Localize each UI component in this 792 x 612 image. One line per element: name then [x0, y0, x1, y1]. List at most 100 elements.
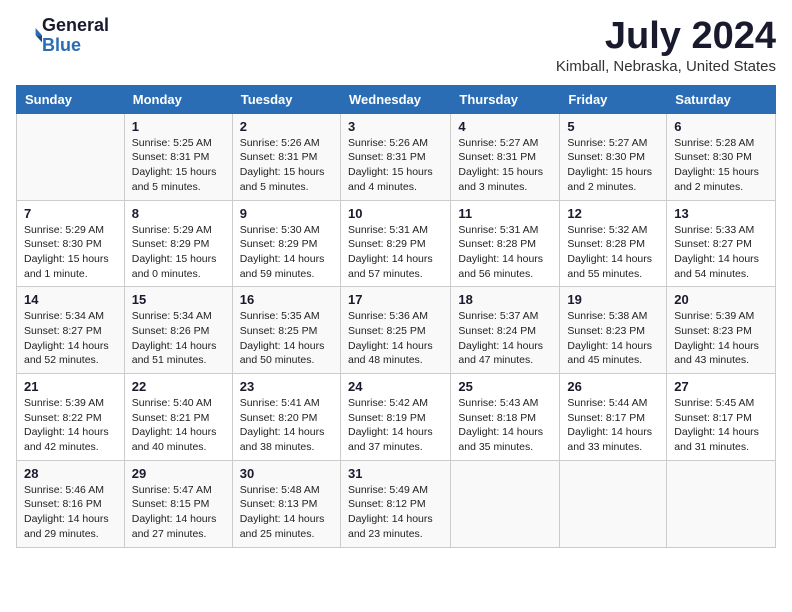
day-detail: Sunrise: 5:26 AM Sunset: 8:31 PM Dayligh…: [348, 136, 443, 195]
day-detail: Sunrise: 5:44 AM Sunset: 8:17 PM Dayligh…: [567, 396, 659, 455]
table-row: 2Sunrise: 5:26 AM Sunset: 8:31 PM Daylig…: [232, 113, 340, 200]
table-row: 19 Sunrise: 5:38 AM Sunset: 8:23 PM Dayli…: [560, 287, 667, 374]
table-row: 4 Sunrise: 5:27 AM Sunset: 8:31 PM Daylig…: [451, 113, 560, 200]
day-detail: Sunrise: 5:38 AM Sunset: 8:23 PM Dayligh…: [567, 309, 659, 368]
calendar-week-row: 21 Sunrise: 5:39 AM Sunset: 8:22 PM Dayli…: [17, 374, 776, 461]
day-number: 26: [567, 379, 659, 394]
table-row: 1 Sunrise: 5:25 AM Sunset: 8:31 PM Daylig…: [124, 113, 232, 200]
day-detail: Sunrise: 5:46 AM Sunset: 8:16 PM Dayligh…: [24, 483, 117, 542]
day-detail: Sunrise: 5:31 AM Sunset: 8:29 PM Dayligh…: [348, 223, 443, 282]
day-detail: Sunrise: 5:31 AM Sunset: 8:28 PM Dayligh…: [458, 223, 552, 282]
day-number: 29: [132, 466, 225, 481]
day-detail: Sunrise: 5:37 AM Sunset: 8:24 PM Dayligh…: [458, 309, 552, 368]
day-number: 3: [348, 119, 443, 134]
day-number: 9: [240, 206, 333, 221]
day-number: 12: [567, 206, 659, 221]
day-number: 28: [24, 466, 117, 481]
header-tuesday: Tuesday: [232, 85, 340, 113]
day-number: 30: [240, 466, 333, 481]
day-detail: Sunrise: 5:39 AM Sunset: 8:23 PM Dayligh…: [674, 309, 768, 368]
day-detail: Sunrise: 5:33 AM Sunset: 8:27 PM Dayligh…: [674, 223, 768, 282]
day-detail: Sunrise: 5:35 AM Sunset: 8:25 PM Dayligh…: [240, 309, 333, 368]
day-detail: Sunrise: 5:47 AM Sunset: 8:15 PM Dayligh…: [132, 483, 225, 542]
header-sunday: Sunday: [17, 85, 125, 113]
table-row: 15 Sunrise: 5:34 AM Sunset: 8:26 PM Dayli…: [124, 287, 232, 374]
table-row: 17 Sunrise: 5:36 AM Sunset: 8:25 PM Dayli…: [340, 287, 450, 374]
calendar-week-row: 7 Sunrise: 5:29 AM Sunset: 8:30 PM Daylig…: [17, 200, 776, 287]
day-number: 13: [674, 206, 768, 221]
table-row: [560, 460, 667, 547]
table-row: 16Sunrise: 5:35 AM Sunset: 8:25 PM Dayli…: [232, 287, 340, 374]
day-detail: Sunrise: 5:40 AM Sunset: 8:21 PM Dayligh…: [132, 396, 225, 455]
day-detail: Sunrise: 5:32 AM Sunset: 8:28 PM Dayligh…: [567, 223, 659, 282]
table-row: 25Sunrise: 5:43 AM Sunset: 8:18 PM Dayli…: [451, 374, 560, 461]
day-detail: Sunrise: 5:36 AM Sunset: 8:25 PM Dayligh…: [348, 309, 443, 368]
day-number: 5: [567, 119, 659, 134]
table-row: 3 Sunrise: 5:26 AM Sunset: 8:31 PM Daylig…: [340, 113, 450, 200]
table-row: 8 Sunrise: 5:29 AM Sunset: 8:29 PM Daylig…: [124, 200, 232, 287]
logo-general: General: [42, 16, 109, 36]
day-number: 8: [132, 206, 225, 221]
day-number: 15: [132, 292, 225, 307]
day-detail: Sunrise: 5:27 AM Sunset: 8:31 PM Dayligh…: [458, 136, 552, 195]
table-row: 20Sunrise: 5:39 AM Sunset: 8:23 PM Dayli…: [667, 287, 776, 374]
calendar-table: Sunday Monday Tuesday Wednesday Thursday…: [16, 85, 776, 548]
table-row: 7 Sunrise: 5:29 AM Sunset: 8:30 PM Daylig…: [17, 200, 125, 287]
table-row: 9 Sunrise: 5:30 AM Sunset: 8:29 PM Daylig…: [232, 200, 340, 287]
day-number: 21: [24, 379, 117, 394]
calendar-week-row: 1 Sunrise: 5:25 AM Sunset: 8:31 PM Daylig…: [17, 113, 776, 200]
table-row: 29 Sunrise: 5:47 AM Sunset: 8:15 PM Dayli…: [124, 460, 232, 547]
day-number: 23: [240, 379, 333, 394]
logo-icon: [18, 24, 42, 48]
day-detail: Sunrise: 5:27 AM Sunset: 8:30 PM Dayligh…: [567, 136, 659, 195]
day-number: 22: [132, 379, 225, 394]
table-row: 21 Sunrise: 5:39 AM Sunset: 8:22 PM Dayli…: [17, 374, 125, 461]
day-number: 25: [458, 379, 552, 394]
header-saturday: Saturday: [667, 85, 776, 113]
day-detail: Sunrise: 5:29 AM Sunset: 8:29 PM Dayligh…: [132, 223, 225, 282]
day-detail: Sunrise: 5:28 AM Sunset: 8:30 PM Dayligh…: [674, 136, 768, 195]
calendar-week-row: 14 Sunrise: 5:34 AM Sunset: 8:27 PM Dayli…: [17, 287, 776, 374]
day-number: 18: [458, 292, 552, 307]
table-row: [667, 460, 776, 547]
table-row: 14 Sunrise: 5:34 AM Sunset: 8:27 PM Dayli…: [17, 287, 125, 374]
location-subtitle: Kimball, Nebraska, United States: [556, 58, 776, 75]
day-number: 14: [24, 292, 117, 307]
day-detail: Sunrise: 5:34 AM Sunset: 8:26 PM Dayligh…: [132, 309, 225, 368]
day-detail: Sunrise: 5:48 AM Sunset: 8:13 PM Dayligh…: [240, 483, 333, 542]
table-row: 24 Sunrise: 5:42 AM Sunset: 8:19 PM Dayli…: [340, 374, 450, 461]
day-number: 19: [567, 292, 659, 307]
day-detail: Sunrise: 5:34 AM Sunset: 8:27 PM Dayligh…: [24, 309, 117, 368]
day-number: 6: [674, 119, 768, 134]
day-detail: Sunrise: 5:30 AM Sunset: 8:29 PM Dayligh…: [240, 223, 333, 282]
table-row: 31Sunrise: 5:49 AM Sunset: 8:12 PM Dayli…: [340, 460, 450, 547]
table-row: 26 Sunrise: 5:44 AM Sunset: 8:17 PM Dayli…: [560, 374, 667, 461]
day-number: 2: [240, 119, 333, 134]
day-number: 7: [24, 206, 117, 221]
table-row: 22 Sunrise: 5:40 AM Sunset: 8:21 PM Dayli…: [124, 374, 232, 461]
logo: General Blue: [16, 16, 109, 56]
day-number: 10: [348, 206, 443, 221]
month-year-title: July 2024: [556, 16, 776, 58]
table-row: 27 Sunrise: 5:45 AM Sunset: 8:17 PM Dayli…: [667, 374, 776, 461]
day-number: 1: [132, 119, 225, 134]
day-number: 17: [348, 292, 443, 307]
table-row: 12 Sunrise: 5:32 AM Sunset: 8:28 PM Dayli…: [560, 200, 667, 287]
day-detail: Sunrise: 5:42 AM Sunset: 8:19 PM Dayligh…: [348, 396, 443, 455]
header-wednesday: Wednesday: [340, 85, 450, 113]
table-row: 30 Sunrise: 5:48 AM Sunset: 8:13 PM Dayli…: [232, 460, 340, 547]
table-row: 13 Sunrise: 5:33 AM Sunset: 8:27 PM Dayli…: [667, 200, 776, 287]
day-number: 27: [674, 379, 768, 394]
table-row: 10 Sunrise: 5:31 AM Sunset: 8:29 PM Dayli…: [340, 200, 450, 287]
day-detail: Sunrise: 5:39 AM Sunset: 8:22 PM Dayligh…: [24, 396, 117, 455]
day-number: 4: [458, 119, 552, 134]
table-row: [17, 113, 125, 200]
day-number: 31: [348, 466, 443, 481]
calendar-header-row: Sunday Monday Tuesday Wednesday Thursday…: [17, 85, 776, 113]
day-number: 24: [348, 379, 443, 394]
day-detail: Sunrise: 5:29 AM Sunset: 8:30 PM Dayligh…: [24, 223, 117, 282]
day-detail: Sunrise: 5:45 AM Sunset: 8:17 PM Dayligh…: [674, 396, 768, 455]
logo-text: General Blue: [42, 16, 109, 56]
page-header: General Blue July 2024 Kimball, Nebraska…: [16, 16, 776, 75]
day-detail: Sunrise: 5:25 AM Sunset: 8:31 PM Dayligh…: [132, 136, 225, 195]
